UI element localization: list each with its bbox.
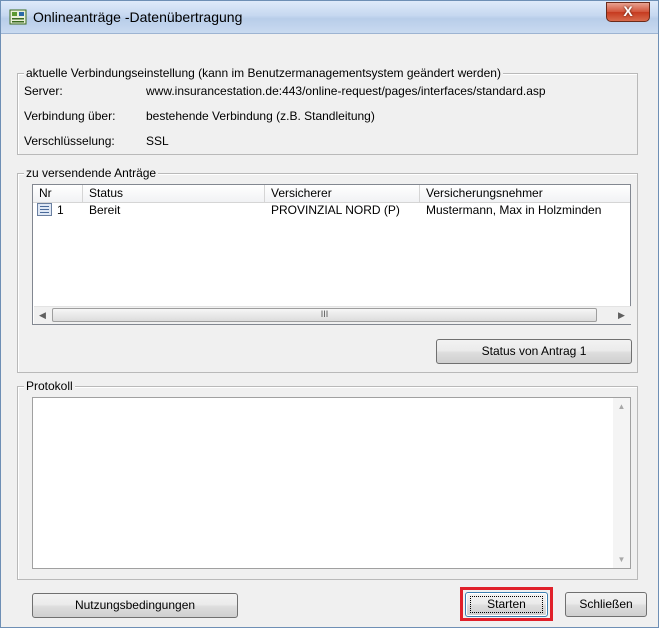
status-request-button[interactable]: Status von Antrag 1 [436,339,632,364]
row-insurer: PROVINZIAL NORD (P) [271,203,400,217]
protocol-legend: Protokoll [24,379,75,393]
vertical-scrollbar[interactable]: ▲ ▼ [613,398,630,568]
terms-button[interactable]: Nutzungsbedingungen [32,593,238,618]
column-header-nr[interactable]: Nr [33,185,83,202]
close-window-button[interactable]: X [606,2,650,22]
scroll-right-icon[interactable]: ▶ [613,307,630,324]
requests-legend: zu versendende Anträge [24,166,159,180]
close-icon: X [623,3,633,19]
protocol-log[interactable]: ▲ ▼ [32,397,631,569]
scroll-left-icon[interactable]: ◀ [34,307,51,324]
connection-settings-legend: aktuelle Verbindungseinstellung (kann im… [24,66,503,80]
scroll-up-icon[interactable]: ▲ [613,398,630,415]
start-button-highlight [460,587,553,621]
column-header-status[interactable]: Status [83,185,265,202]
app-icon [9,9,27,25]
scroll-down-icon[interactable]: ▼ [613,551,630,568]
connection-via-value: bestehende Verbindung (z.B. Standleitung… [146,109,375,123]
table-row[interactable]: 1 Bereit PROVINZIAL NORD (P) Mustermann,… [33,202,630,218]
column-header-insurer[interactable]: Versicherer [265,185,420,202]
horizontal-scrollbar[interactable]: ◀ III ▶ [34,306,631,324]
server-value: www.insurancestation.de:443/online-reque… [146,84,546,98]
scrollbar-grip: III [320,309,329,319]
title-bar[interactable]: Onlineanträge -Datenübertragung X [1,1,658,34]
server-label: Server: [24,84,63,98]
encryption-label: Verschlüsselung: [24,134,115,148]
window-title: Onlineanträge -Datenübertragung [33,9,243,25]
row-nr: 1 [57,203,64,217]
column-header-policyholder[interactable]: Versicherungsnehmer [420,185,630,202]
requests-list-header: Nr Status Versicherer Versicherungsnehme… [33,185,630,203]
requests-list[interactable]: Nr Status Versicherer Versicherungsnehme… [32,184,631,325]
connection-via-label: Verbindung über: [24,109,116,123]
row-policyholder: Mustermann, Max in Holzminden [426,203,602,217]
encryption-value: SSL [146,134,169,148]
row-status: Bereit [89,203,121,217]
document-icon [37,203,52,216]
scrollbar-thumb[interactable]: III [52,308,597,322]
close-button[interactable]: Schließen [565,592,647,617]
